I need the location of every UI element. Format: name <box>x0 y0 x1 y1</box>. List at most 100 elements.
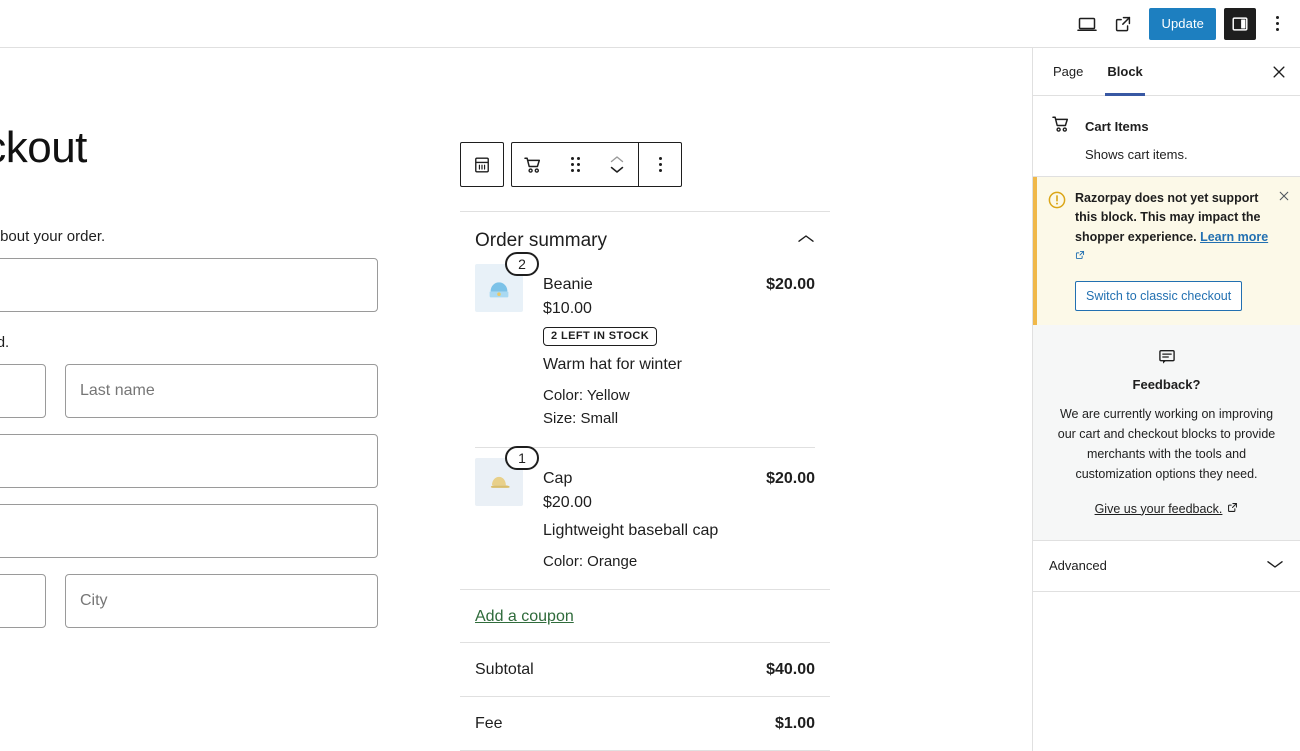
notice-brand: Razorpay <box>1075 191 1131 205</box>
line-total: $20.00 <box>756 276 815 294</box>
order-summary-panel: Order summary <box>460 211 830 751</box>
chevron-down-icon <box>610 165 624 174</box>
block-description: Shows cart items. <box>1085 147 1284 162</box>
contact-note: and updates about your order. <box>0 228 378 245</box>
sidebar-tabs: Page Block <box>1033 48 1300 96</box>
checkout-form-column: and updates about your order. order deli… <box>0 228 378 644</box>
feedback-link-row: Give us your feedback. <box>1051 500 1282 518</box>
city-row: City <box>0 574 378 644</box>
block-card: Cart Items Shows cart items. <box>1033 96 1300 177</box>
totals-row-fee: Fee $1.00 <box>460 696 830 750</box>
product-attributes: Color: Yellow Size: Small <box>543 384 815 431</box>
product-description: Warm hat for winter <box>543 356 815 374</box>
kebab-dots <box>1276 16 1279 31</box>
order-summary-title: Order summary <box>475 230 607 252</box>
product-name[interactable]: Beanie <box>543 276 593 294</box>
external-link-icon[interactable] <box>1227 500 1238 518</box>
block-title: Cart Items <box>1085 119 1149 134</box>
give-feedback-link[interactable]: Give us your feedback. <box>1095 502 1223 516</box>
desktop-icon[interactable] <box>1069 6 1105 42</box>
warning-icon <box>1047 190 1067 311</box>
line-total: $20.00 <box>756 470 815 488</box>
feedback-panel: Feedback? We are currently working on im… <box>1033 325 1300 541</box>
total-label: Fee <box>475 715 503 733</box>
block-controls-group <box>511 142 682 187</box>
parent-block-group <box>460 142 504 187</box>
drag-handle-icon[interactable] <box>554 143 596 186</box>
product-attributes: Color: Orange <box>543 550 815 573</box>
tab-block[interactable]: Block <box>1095 48 1154 95</box>
last-name-field[interactable]: Last name <box>65 364 378 418</box>
block-card-header: Cart Items <box>1049 112 1284 141</box>
city-field[interactable]: City <box>65 574 378 628</box>
product-name[interactable]: Cap <box>543 470 572 488</box>
cart-line-item: 2 Beanie $20.00 $10.00 2 LEFT IN STOCK W… <box>460 258 830 447</box>
drag-dots <box>571 157 580 172</box>
kebab-menu-icon[interactable] <box>1260 6 1294 42</box>
shipping-note: order delivered. <box>0 334 378 351</box>
external-link-icon[interactable] <box>1075 249 1085 263</box>
product-attribute: Size: Small <box>543 407 815 430</box>
total-label: Subtotal <box>475 661 534 679</box>
advanced-accordion[interactable]: Advanced <box>1033 541 1300 592</box>
product-description: Lightweight baseball cap <box>543 522 815 540</box>
tab-page[interactable]: Page <box>1041 48 1095 95</box>
switch-to-classic-checkout-button[interactable]: Switch to classic checkout <box>1075 281 1242 311</box>
order-summary-column: Order summary <box>460 142 830 751</box>
block-toolbar <box>460 142 830 187</box>
product-thumbnail-wrap: 2 <box>475 264 523 431</box>
unit-price: $20.00 <box>543 494 815 512</box>
header-actions: Update <box>1069 6 1300 42</box>
quantity-badge: 1 <box>505 446 539 470</box>
totals-row-subtotal: Subtotal $40.00 <box>460 642 830 696</box>
external-link-icon[interactable] <box>1105 6 1141 42</box>
apartment-field[interactable] <box>0 504 378 558</box>
cart-icon[interactable] <box>512 143 554 186</box>
select-parent-block-icon[interactable] <box>461 143 503 186</box>
chevron-up-icon[interactable] <box>797 232 815 250</box>
editor-header: Update <box>0 0 1300 48</box>
add-coupon-link[interactable]: Add a coupon <box>475 608 574 625</box>
cart-line-item: 1 Cap $20.00 $20.00 Lightweight baseball… <box>460 448 830 589</box>
feedback-body: We are currently working on improving ou… <box>1051 404 1282 484</box>
close-icon[interactable] <box>1276 188 1292 204</box>
update-button[interactable]: Update <box>1149 8 1216 40</box>
email-field[interactable] <box>0 258 378 312</box>
move-block-buttons[interactable] <box>596 143 638 186</box>
quantity-badge: 2 <box>505 252 539 276</box>
editor-canvas: Checkout and updates about your order. o… <box>0 48 1032 751</box>
chevron-down-icon <box>1266 557 1284 575</box>
total-value: $40.00 <box>766 661 815 679</box>
comment-icon <box>1051 347 1282 367</box>
advanced-label: Advanced <box>1049 558 1107 573</box>
product-thumbnail-wrap: 1 <box>475 458 523 573</box>
cart-icon <box>1049 112 1073 141</box>
page-content: Checkout and updates about your order. o… <box>0 48 1032 173</box>
feedback-title: Feedback? <box>1051 377 1282 392</box>
product-attribute: Color: Yellow <box>543 384 815 407</box>
chevron-stack <box>610 155 624 174</box>
coupon-row: Add a coupon <box>460 589 830 642</box>
unit-price: $10.00 <box>543 300 815 318</box>
status-badge: 2 LEFT IN STOCK <box>543 327 657 346</box>
kebab-dots <box>659 157 662 172</box>
settings-sidebar-toggle[interactable] <box>1224 8 1256 40</box>
address-field[interactable] <box>0 434 378 488</box>
cart-item-top-row: Beanie $20.00 <box>543 276 815 294</box>
kebab-menu-icon[interactable] <box>639 143 681 186</box>
cart-item-top-row: Cap $20.00 <box>543 470 815 488</box>
product-attribute: Color: Orange <box>543 550 815 573</box>
close-icon[interactable] <box>1262 55 1296 89</box>
block-editor-app: Update Checkout and updates about your o… <box>0 0 1300 751</box>
notice-body: Razorpay does not yet support this block… <box>1075 189 1290 311</box>
cart-item-body: Cap $20.00 $20.00 Lightweight baseball c… <box>543 458 815 573</box>
cart-item-body: Beanie $20.00 $10.00 2 LEFT IN STOCK War… <box>543 264 815 431</box>
postcode-field[interactable] <box>0 574 46 628</box>
chevron-up-icon <box>610 155 624 164</box>
compatibility-notice: Razorpay does not yet support this block… <box>1033 177 1300 325</box>
settings-sidebar: Page Block Cart Items Shows cart <box>1032 48 1300 751</box>
total-value: $1.00 <box>775 715 815 733</box>
first-name-field[interactable] <box>0 364 46 418</box>
notice-text: Razorpay does not yet support this block… <box>1075 189 1290 267</box>
learn-more-link[interactable]: Learn more <box>1200 230 1268 244</box>
